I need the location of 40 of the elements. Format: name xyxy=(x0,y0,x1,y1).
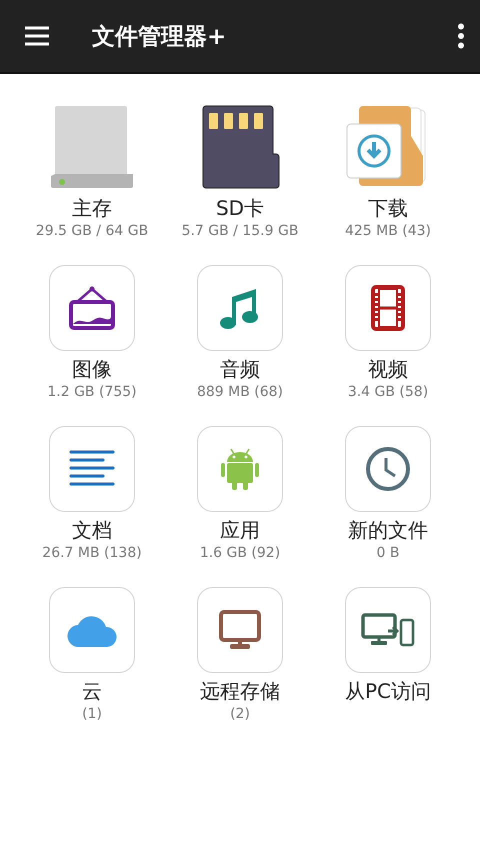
item-label: 应用 xyxy=(220,517,260,543)
item-size: (1) xyxy=(82,705,102,724)
item-size: 1.6 GB (92) xyxy=(200,544,280,563)
text-lines-icon xyxy=(69,450,115,488)
category-button[interactable] xyxy=(345,426,431,512)
item-label: 音频 xyxy=(220,356,260,382)
item-label: 主存 xyxy=(72,195,112,221)
category-button[interactable] xyxy=(345,587,431,673)
clock-icon xyxy=(365,446,411,492)
item-size: 425 MB (43) xyxy=(344,222,432,241)
item-label: 下载 xyxy=(368,195,408,221)
pc-to-phone-icon xyxy=(361,613,415,647)
item-label: 图像 xyxy=(72,356,112,382)
item-label: SD卡 xyxy=(216,195,264,221)
framed-picture-icon xyxy=(69,286,115,330)
monitor-icon xyxy=(219,610,261,650)
item-size: 3.4 GB (58) xyxy=(348,383,428,402)
item-size: 0 B xyxy=(376,544,400,563)
more-options-icon[interactable] xyxy=(456,23,466,49)
item-label: 文档 xyxy=(72,517,112,543)
item-size: 29.5 GB / 64 GB xyxy=(36,222,148,241)
category-button[interactable] xyxy=(345,265,431,351)
item-label: 视频 xyxy=(368,356,408,382)
android-robot-icon xyxy=(220,447,260,491)
film-strip-icon xyxy=(371,285,405,331)
item-label: 新的文件 xyxy=(348,517,428,543)
category-button[interactable] xyxy=(49,426,135,512)
item-label: 云 xyxy=(82,678,102,704)
item-size: (2) xyxy=(230,705,250,724)
item-size: 1.2 GB (755) xyxy=(47,383,137,402)
category-button[interactable] xyxy=(197,587,283,673)
item-size: 889 MB (68) xyxy=(196,383,284,402)
item-label: 远程存储 xyxy=(200,678,280,704)
item-size: 5.7 GB / 15.9 GB xyxy=(182,222,298,241)
item-size: 26.7 MB (138) xyxy=(42,544,142,563)
drive-icon xyxy=(49,104,135,190)
category-button[interactable] xyxy=(197,265,283,351)
app-title: 文件管理器+ xyxy=(92,22,228,52)
category-button[interactable] xyxy=(49,265,135,351)
item-label: 从PC访问 xyxy=(344,678,432,704)
